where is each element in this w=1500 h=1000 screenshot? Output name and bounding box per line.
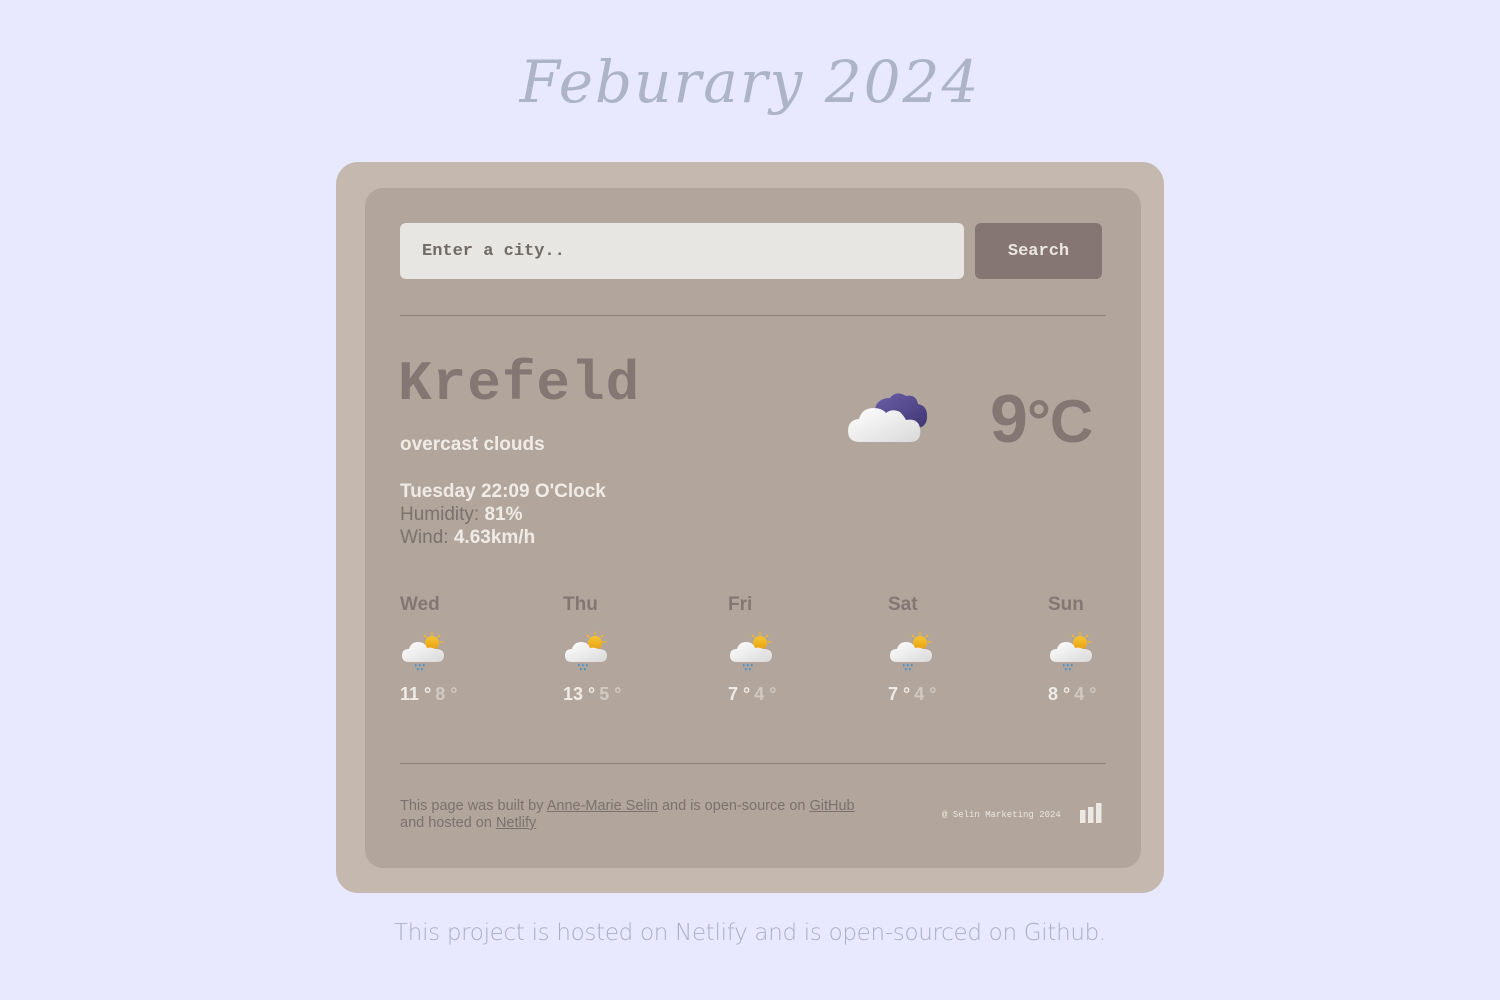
wind-value: 4.63km/h: [453, 527, 536, 548]
forecast-max: 7 °: [888, 684, 911, 704]
forecast-max: 13 °: [563, 684, 596, 704]
sun-cloud-rain-icon: [400, 630, 448, 672]
sun-cloud-rain-icon: [728, 630, 776, 672]
bar-chart-icon: [1080, 803, 1102, 823]
current-temperature: 9°C: [990, 380, 1093, 458]
city-search-input[interactable]: [400, 223, 964, 279]
forecast-max: 8 °: [1048, 684, 1071, 704]
forecast-temps: 13 ° 5 °: [563, 684, 663, 705]
forecast-temps: 7 ° 4 °: [728, 684, 828, 705]
temperature-value: 9: [990, 381, 1028, 457]
forecast-min: 8 °: [435, 684, 458, 704]
city-name: Krefeld: [398, 352, 641, 416]
forecast-temps: 8 ° 4 °: [1048, 684, 1148, 705]
wind-label: Wind:: [400, 527, 454, 548]
footer-credits: This page was built by Anne-Marie Selin …: [400, 798, 860, 832]
forecast-day: Fri 7 ° 4 °: [728, 594, 828, 705]
sun-cloud-rain-icon: [1048, 630, 1096, 672]
forecast-temps: 11 ° 8 °: [400, 684, 500, 705]
divider: [400, 315, 1106, 316]
sun-cloud-rain-icon: [563, 630, 611, 672]
forecast-min: 4 °: [1074, 684, 1097, 704]
github-link[interactable]: GitHub: [809, 798, 854, 814]
search-button[interactable]: Search: [975, 223, 1102, 279]
forecast-day: Wed 11 ° 8 °: [400, 594, 500, 705]
sun-cloud-rain-icon: [888, 630, 936, 672]
netlify-link[interactable]: Netlify: [496, 815, 536, 831]
humidity-label: Humidity:: [400, 504, 485, 525]
forecast-day: Sun 8 ° 4 °: [1048, 594, 1148, 705]
copyright: @ Selin Marketing 2024: [942, 810, 1061, 820]
page-title: Feburary 2024: [519, 48, 981, 116]
forecast-max: 11 °: [400, 684, 432, 704]
weather-description: overcast clouds: [400, 434, 545, 455]
forecast-min: 4 °: [914, 684, 937, 704]
footer-text: and is open-source on: [657, 798, 810, 814]
footer-text: and hosted on: [400, 815, 496, 831]
wind: Wind: 4.63km/h: [400, 526, 606, 549]
forecast-day-name: Wed: [400, 594, 440, 615]
humidity: Humidity: 81%: [400, 503, 606, 526]
forecast-min: 4 °: [754, 684, 777, 704]
forecast-day-name: Sat: [888, 594, 918, 615]
date-time: Tuesday 22:09 O'Clock: [400, 481, 606, 502]
forecast-day: Thu 13 ° 5 °: [563, 594, 663, 705]
forecast-max: 7 °: [728, 684, 751, 704]
forecast-day-name: Thu: [563, 594, 598, 615]
temperature-unit: °C: [1026, 388, 1093, 455]
footer-text: This page was built by: [400, 798, 547, 814]
divider: [400, 763, 1106, 764]
forecast-min: 5 °: [599, 684, 622, 704]
forecast-temps: 7 ° 4 °: [888, 684, 988, 705]
humidity-value: 81%: [484, 504, 523, 525]
weather-details: Tuesday 22:09 O'Clock Humidity: 81% Wind…: [400, 480, 606, 549]
forecast-day-name: Sun: [1048, 594, 1084, 615]
overcast-clouds-icon: [848, 393, 928, 442]
bottom-note: This project is hosted on Netlify and is…: [394, 920, 1106, 946]
forecast-day: Sat 7 ° 4 °: [888, 594, 988, 705]
author-link[interactable]: Anne-Marie Selin: [547, 798, 658, 814]
forecast-day-name: Fri: [728, 594, 753, 615]
